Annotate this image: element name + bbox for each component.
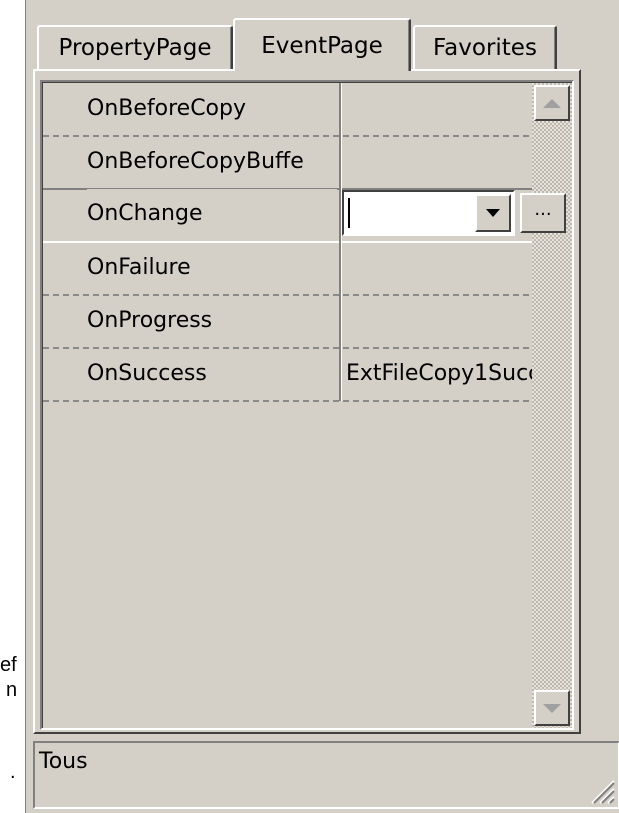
status-bar: Tous: [33, 741, 619, 809]
tab-property-page[interactable]: PropertyPage: [37, 25, 233, 69]
event-row-onbeforecopy[interactable]: OnBeforeCopy: [43, 83, 549, 137]
arrow-up-icon: [543, 98, 561, 108]
tab-event-page[interactable]: EventPage: [233, 18, 411, 71]
event-row-onprogress[interactable]: OnProgress: [43, 295, 549, 349]
event-value[interactable]: [342, 83, 548, 137]
ellipsis-button[interactable]: ...: [520, 193, 566, 233]
event-name: OnProgress: [87, 308, 213, 333]
event-name: OnBeforeCopy: [87, 96, 246, 121]
event-name: OnSuccess: [87, 361, 207, 386]
arrow-down-icon: [543, 703, 561, 713]
event-row-onfailure[interactable]: OnFailure: [43, 242, 549, 296]
event-name: OnFailure: [87, 255, 191, 280]
event-value[interactable]: [342, 242, 548, 296]
event-grid: OnBeforeCopy OnBeforeCopyBuffe OnChange …: [40, 80, 574, 730]
column-divider[interactable]: [339, 83, 341, 401]
scroll-down-button[interactable]: [534, 690, 570, 726]
dropdown-button[interactable]: [475, 194, 511, 232]
vertical-scrollbar[interactable]: [532, 83, 572, 728]
event-row-onsuccess[interactable]: OnSuccess ExtFileCopy1Succ: [43, 348, 549, 402]
tab-favorites[interactable]: Favorites: [413, 25, 557, 69]
event-name: OnChange: [87, 189, 337, 239]
event-value[interactable]: ExtFileCopy1Succ: [342, 348, 548, 402]
status-text: Tous: [39, 749, 88, 774]
event-row-onbeforecopybuffer[interactable]: OnBeforeCopyBuffe: [43, 136, 549, 190]
event-value[interactable]: [342, 295, 548, 349]
event-value[interactable]: [342, 136, 548, 190]
event-name: OnBeforeCopyBuffe: [87, 149, 304, 174]
chevron-down-icon: [486, 209, 500, 217]
background-text-fragment: ef: [0, 654, 17, 676]
event-handler-combobox[interactable]: [342, 190, 515, 236]
background-text-fragment: n: [6, 679, 18, 701]
object-inspector-window: PropertyPage EventPage Favorites OnBefor…: [24, 0, 619, 813]
resize-grip-icon[interactable]: [586, 775, 616, 805]
background-text-fragment: .: [10, 761, 16, 783]
scroll-up-button[interactable]: [534, 85, 570, 121]
text-caret: [348, 198, 350, 228]
